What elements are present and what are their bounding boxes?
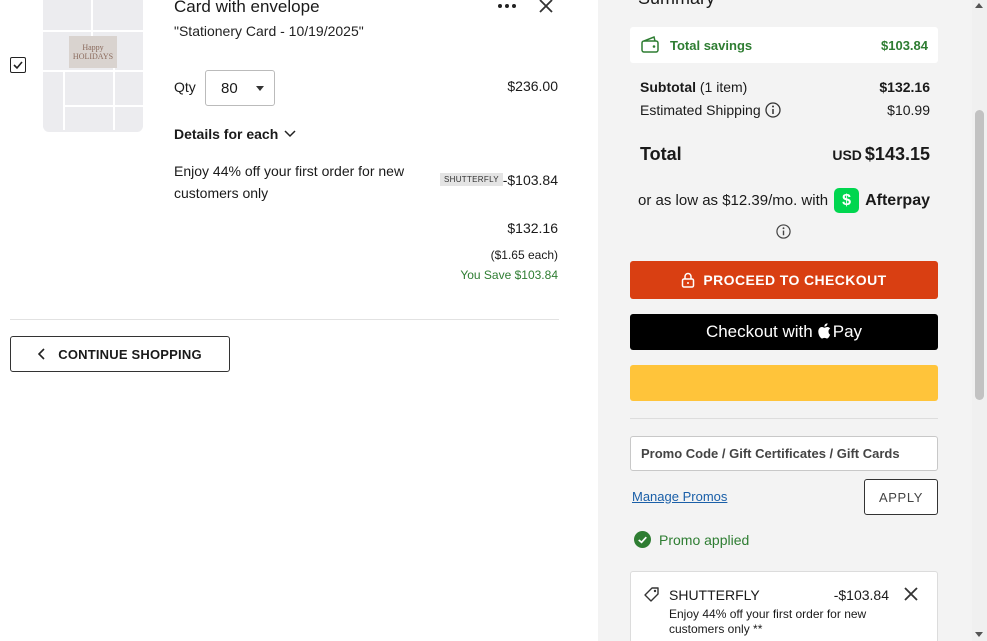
promo-badge: SHUTTERFLY — [440, 173, 503, 186]
wallet-icon — [641, 35, 659, 53]
afterpay-info-icon[interactable] — [776, 224, 791, 239]
chevron-left-icon — [38, 348, 45, 360]
total-savings-box: Total savings $103.84 — [630, 27, 938, 63]
details-label: Details for each — [174, 126, 279, 142]
info-icon[interactable] — [764, 102, 781, 118]
applied-promo-card: SHUTTERFLY -$103.84 Enjoy 44% off your f… — [630, 571, 938, 641]
total-label: Total — [640, 144, 682, 164]
continue-shopping-button[interactable]: CONTINUE SHOPPING — [10, 336, 230, 372]
order-summary-panel: Summary Total savings $103.84 Subtotal (… — [598, 0, 972, 641]
remove-promo-icon[interactable] — [903, 586, 919, 602]
applepay-brand: Pay — [832, 322, 863, 341]
card-text-happy: Happy — [82, 43, 104, 52]
subtotal-row: Subtotal (1 item) $132.16 — [640, 79, 930, 95]
afterpay-brand: Afterpay — [865, 191, 930, 209]
paypal-button[interactable] — [630, 365, 938, 401]
shipping-row: Estimated Shipping $10.99 — [640, 102, 930, 118]
cash-app-icon: $ — [834, 188, 860, 213]
checkout-label: PROCEED TO CHECKOUT — [703, 272, 887, 288]
manage-promos-link[interactable]: Manage Promos — [632, 489, 727, 504]
promo-applied-label: Promo applied — [659, 531, 750, 548]
shipping-label: Estimated Shipping — [640, 102, 761, 118]
check-icon — [13, 61, 23, 70]
promo-discount-amount: -$103.84 — [502, 172, 558, 188]
scroll-down-arrow-icon[interactable] — [975, 632, 983, 637]
continue-shopping-label: CONTINUE SHOPPING — [58, 346, 202, 362]
remove-item-icon[interactable] — [537, 0, 555, 15]
total-savings-label: Total savings — [670, 37, 753, 53]
item-select-checkbox[interactable] — [10, 57, 26, 73]
total-value: $143.15 — [864, 144, 930, 164]
qty-label: Qty — [174, 79, 196, 95]
check-circle-icon — [634, 531, 651, 548]
net-price: $132.16 — [507, 220, 558, 236]
total-savings-value: $103.84 — [881, 37, 928, 53]
total-row: Total USD $143.15 — [640, 144, 930, 165]
promo-applied-status: Promo applied — [634, 531, 749, 548]
qty-select[interactable]: 80 — [205, 70, 275, 106]
promo-code-amount: -$103.84 — [833, 587, 889, 603]
applepay-label: Checkout with — [705, 322, 813, 341]
subtotal-value: $132.16 — [879, 79, 930, 95]
total-currency: USD — [832, 147, 862, 163]
divider — [630, 418, 938, 419]
card-preview: Happy HOLIDAYS — [69, 36, 117, 68]
afterpay-text: or as low as $12.39/mo. with — [638, 192, 829, 209]
lock-icon — [682, 272, 695, 288]
scrollbar[interactable] — [972, 0, 987, 641]
you-save-text: You Save $103.84 — [460, 268, 558, 282]
details-for-each-toggle[interactable]: Details for each — [174, 126, 296, 142]
line-price: $236.00 — [507, 78, 558, 94]
apply-button[interactable]: APPLY — [864, 479, 938, 515]
subtotal-count: (1 item) — [699, 79, 748, 95]
chevron-down-icon — [284, 130, 296, 138]
product-subtitle: "Stationery Card - 10/19/2025" — [174, 23, 364, 39]
subtotal-label: Subtotal — [640, 79, 696, 95]
cart-items-panel: Happy HOLIDAYS Card with envelope "Stati… — [0, 0, 598, 641]
caret-down-icon — [256, 86, 264, 91]
more-options-icon[interactable] — [497, 0, 517, 12]
promo-code-description: Enjoy 44% off your first order for new c… — [669, 607, 867, 636]
apple-icon — [818, 322, 830, 338]
apple-pay-button[interactable]: Checkout with Pay — [630, 314, 938, 350]
product-thumbnail[interactable]: Happy HOLIDAYS — [43, 0, 143, 132]
each-price: ($1.65 each) — [490, 248, 558, 262]
promo-code-input[interactable] — [630, 436, 938, 471]
card-text-holidays: HOLIDAYS — [72, 52, 114, 61]
afterpay-offer: or as low as $12.39/mo. with $ Afterpay — [630, 188, 938, 213]
qty-value: 80 — [221, 79, 238, 97]
promo-code-name: SHUTTERFLY — [669, 587, 760, 603]
tag-icon — [644, 587, 659, 602]
summary-title: Summary — [638, 0, 715, 9]
shipping-value: $10.99 — [887, 102, 930, 118]
divider — [10, 319, 559, 320]
scroll-up-arrow-icon[interactable] — [975, 3, 983, 8]
proceed-to-checkout-button[interactable]: PROCEED TO CHECKOUT — [630, 261, 938, 299]
product-title: Card with envelope — [174, 0, 320, 16]
promo-description: Enjoy 44% off your first order for new c… — [174, 163, 405, 201]
scroll-thumb[interactable] — [975, 110, 984, 400]
